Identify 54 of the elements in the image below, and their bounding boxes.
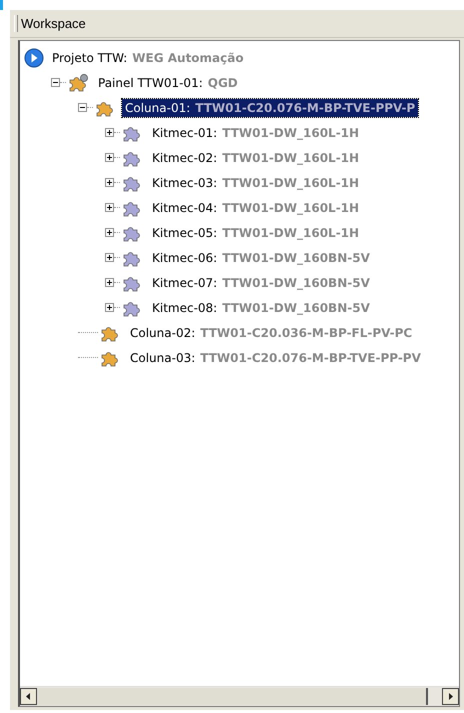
scroll-right-icon[interactable] [442, 688, 459, 705]
item-value: TTW01-DW_160L-1H [222, 200, 360, 214]
item-value: WEG Automação [132, 50, 244, 64]
item-value: TTW01-C20.076-M-BP-TVE-PPV-P [195, 100, 416, 114]
play-icon [24, 48, 44, 68]
expand-icon[interactable] [105, 228, 114, 237]
expand-icon[interactable] [105, 278, 114, 287]
scroll-left-icon[interactable] [20, 688, 37, 705]
tree-item[interactable]: Kitmec-06: TTW01-DW_160BN-5V [149, 248, 373, 266]
tree-item[interactable]: Kitmec-02: TTW01-DW_160L-1H [149, 148, 362, 166]
tree-item[interactable]: Coluna-02: TTW01-C20.036-M-BP-FL-PV-PC [127, 324, 416, 342]
tree-item[interactable]: Kitmec-03: TTW01-DW_160L-1H [149, 174, 362, 192]
item-label: Kitmec-01: [152, 126, 218, 140]
tree-item[interactable]: Projeto TTW: WEG Automação [49, 48, 247, 66]
tree-item[interactable]: Kitmec-01: TTW01-DW_160L-1H [149, 124, 362, 142]
expand-icon[interactable] [105, 178, 114, 187]
item-label: Coluna-02: [130, 326, 196, 340]
item-label: Projeto TTW: [52, 50, 128, 64]
tree-item[interactable]: Painel TTW01-01: QGD [95, 74, 241, 92]
item-label: Kitmec-07: [152, 276, 218, 290]
expand-icon[interactable] [105, 128, 114, 137]
expand-icon[interactable] [105, 203, 114, 212]
item-value: QGD [208, 76, 238, 90]
expand-icon[interactable] [105, 153, 114, 162]
item-value: TTW01-DW_160L-1H [222, 226, 360, 240]
item-label: Kitmec-08: [152, 300, 218, 314]
tree-item[interactable]: Kitmec-04: TTW01-DW_160L-1H [149, 198, 362, 216]
tree-item[interactable]: Kitmec-07: TTW01-DW_160BN-5V [149, 274, 373, 292]
collapse-icon[interactable] [51, 78, 60, 87]
collapse-icon[interactable] [78, 103, 87, 112]
item-label: Coluna-03: [130, 350, 196, 364]
item-value: TTW01-DW_160L-1H [222, 176, 360, 190]
item-label: Kitmec-03: [152, 176, 218, 190]
tree-item[interactable]: Coluna-03: TTW01-C20.076-M-BP-TVE-PP-PV [127, 348, 424, 366]
horizontal-scrollbar[interactable] [20, 686, 459, 706]
item-label: Coluna-01: [125, 100, 190, 114]
tree-item[interactable]: Kitmec-05: TTW01-DW_160L-1H [149, 224, 362, 242]
item-label: Kitmec-02: [152, 150, 218, 164]
item-value: TTW01-DW_160L-1H [222, 126, 360, 140]
item-value: TTW01-DW_160BN-5V [222, 276, 370, 290]
item-value: TTW01-C20.036-M-BP-FL-PV-PC [200, 326, 412, 340]
item-label: Kitmec-04: [152, 200, 218, 214]
item-value: TTW01-C20.076-M-BP-TVE-PP-PV [200, 350, 421, 364]
item-value: TTW01-DW_160BN-5V [222, 250, 370, 264]
expand-icon[interactable] [105, 253, 114, 262]
tree-item[interactable]: Coluna-01: TTW01-C20.076-M-BP-TVE-PPV-P [122, 98, 418, 116]
item-label: Kitmec-06: [152, 250, 218, 264]
panel-title: Workspace [21, 16, 86, 31]
item-value: TTW01-DW_160BN-5V [222, 300, 370, 314]
item-value: TTW01-DW_160L-1H [222, 150, 360, 164]
expand-icon[interactable] [105, 303, 114, 312]
tree-item[interactable]: Kitmec-08: TTW01-DW_160BN-5V [149, 298, 373, 316]
item-label: Kitmec-05: [152, 226, 218, 240]
item-label: Painel TTW01-01: [98, 76, 203, 90]
